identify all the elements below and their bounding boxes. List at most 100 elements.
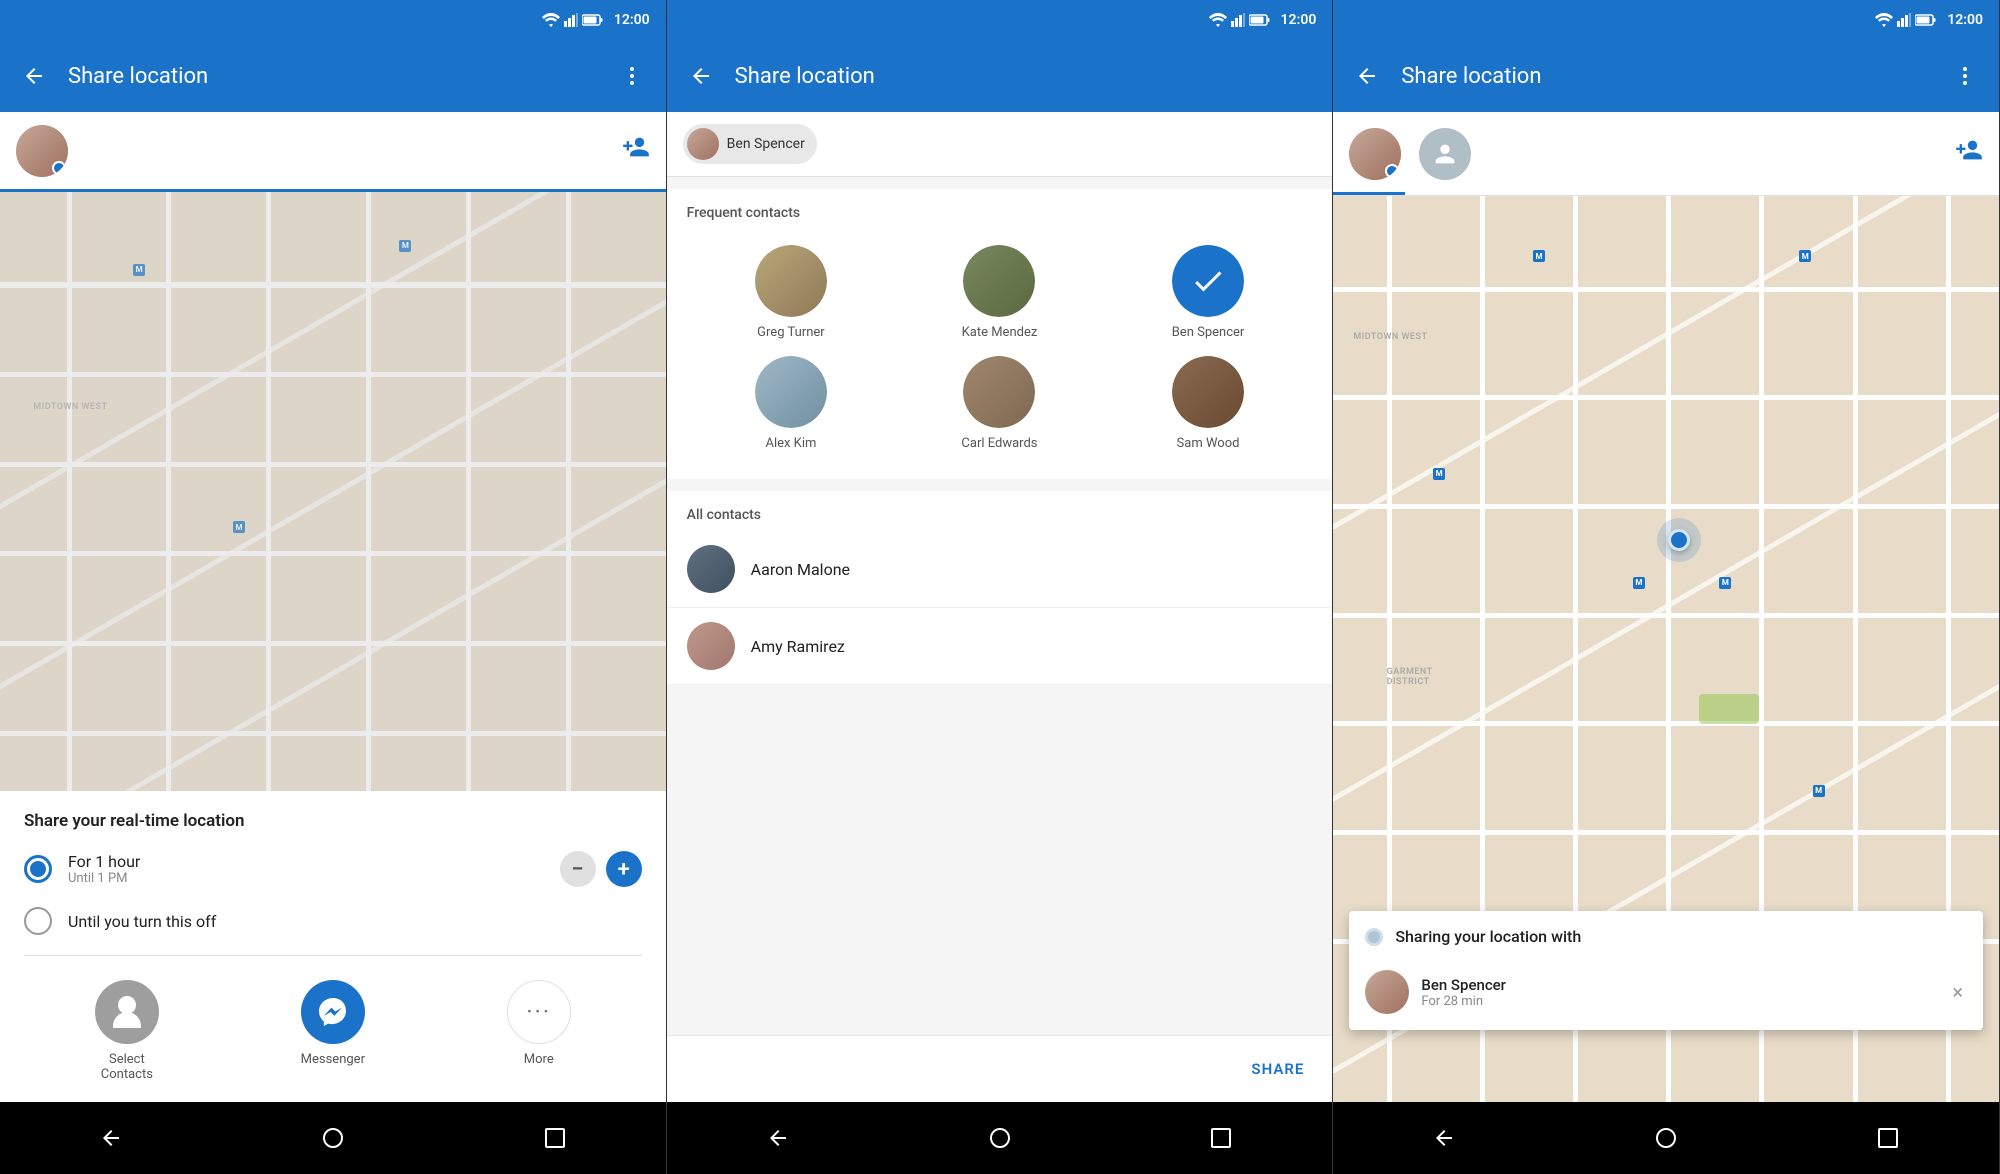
more-icon: ··· <box>507 980 571 1044</box>
contact-list-item-aaron[interactable]: Aaron Malone <box>667 531 1333 608</box>
nav-home-3[interactable] <box>1646 1118 1686 1158</box>
share-button[interactable]: SHARE <box>1243 1052 1312 1086</box>
nav-back-1[interactable] <box>91 1118 131 1158</box>
notif-contact-name: Ben Spencer <box>1421 976 1936 994</box>
carl-avatar <box>963 356 1035 428</box>
map-label-garment-3: GARMENTDISTRICT <box>1387 667 1433 687</box>
app-bar-title-2: Share location <box>735 64 1317 89</box>
nav-back-3[interactable] <box>1424 1118 1464 1158</box>
battery-icon <box>582 14 604 26</box>
radio-1hour-label: For 1 hour <box>68 852 544 871</box>
screen-select-contacts: 12:00 Share location Ben Spencer Frequen… <box>667 0 1334 1174</box>
status-bar-1: 12:00 <box>0 0 666 40</box>
contact-list-item-amy[interactable]: Amy Ramirez <box>667 608 1333 685</box>
more-button-1[interactable] <box>614 58 650 94</box>
kate-avatar <box>963 245 1035 317</box>
aaron-name: Aaron Malone <box>751 560 850 579</box>
radio-1hour-circle[interactable] <box>24 855 52 883</box>
radio-indefinite-label: Until you turn this off <box>68 912 642 931</box>
wifi-icon-2 <box>1209 13 1227 27</box>
battery-icon-3 <box>1915 14 1937 26</box>
frequent-contacts-grid: Greg Turner Kate Mendez Be <box>667 229 1333 479</box>
ben-name: Ben Spencer <box>1172 325 1245 340</box>
amy-avatar <box>687 622 735 670</box>
alex-name: Alex Kim <box>765 436 816 451</box>
alex-avatar <box>755 356 827 428</box>
radio-indefinite-circle[interactable] <box>24 907 52 935</box>
notif-close-button[interactable]: × <box>1948 976 1967 1008</box>
map-area-3: MIDTOWN WEST GARMENTDISTRICT M M M M M M… <box>1333 196 1999 1102</box>
sharing-notification-card: Sharing your location with Ben Spencer F… <box>1349 911 1983 1030</box>
frequent-contact-ben[interactable]: Ben Spencer <box>1104 237 1313 348</box>
frequent-contact-alex[interactable]: Alex Kim <box>687 348 896 459</box>
more-button-3[interactable] <box>1947 58 1983 94</box>
screen-share-location-1: 12:00 Share location <box>0 0 667 1174</box>
bottom-title-1: Share your real-time location <box>24 811 642 831</box>
share-options-1: SelectContacts Messenger ··· More <box>24 964 642 1102</box>
wifi-icon-3 <box>1875 13 1893 27</box>
select-contacts-icon <box>95 980 159 1044</box>
bottom-panel-1: Share your real-time location For 1 hour… <box>0 791 666 1102</box>
back-button-1[interactable] <box>16 58 52 94</box>
select-contacts-option[interactable]: SelectContacts <box>95 980 159 1082</box>
notif-dot <box>1365 928 1383 946</box>
frequent-contact-carl[interactable]: Carl Edwards <box>895 348 1104 459</box>
nav-bar-1 <box>0 1102 666 1174</box>
add-person-button-3[interactable] <box>1955 136 1983 171</box>
app-bar-title-1: Share location <box>68 64 598 89</box>
status-icons-2 <box>1209 13 1271 27</box>
map-overlay-1 <box>0 192 666 791</box>
nav-recent-3[interactable] <box>1868 1118 1908 1158</box>
carl-name: Carl Edwards <box>961 436 1037 451</box>
app-bar-title-3: Share location <box>1401 64 1931 89</box>
time-3: 12:00 <box>1947 12 1983 28</box>
add-person-button-1[interactable] <box>622 133 650 168</box>
notif-text: Ben Spencer For 28 min <box>1421 976 1936 1009</box>
user-avatar-1 <box>16 125 68 177</box>
sam-name: Sam Wood <box>1177 436 1240 451</box>
notif-header: Sharing your location with <box>1349 911 1983 962</box>
time-1: 12:00 <box>614 12 650 28</box>
user-avatar-3a <box>1349 128 1401 180</box>
status-bar-2: 12:00 <box>667 0 1333 40</box>
ben-avatar <box>1172 245 1244 317</box>
battery-icon-2 <box>1249 14 1271 26</box>
user-avatar-3b <box>1419 128 1471 180</box>
back-button-2[interactable] <box>683 58 719 94</box>
nav-recent-2[interactable] <box>1201 1118 1241 1158</box>
radio-option-1hour[interactable]: For 1 hour Until 1 PM − + <box>24 851 642 887</box>
notif-title: Sharing your location with <box>1395 927 1581 946</box>
nav-home-1[interactable] <box>313 1118 353 1158</box>
select-contacts-label: SelectContacts <box>101 1052 153 1082</box>
tab-indicator <box>1333 192 1405 195</box>
divider-1 <box>24 955 642 956</box>
frequent-contact-greg[interactable]: Greg Turner <box>687 237 896 348</box>
time-controls: − + <box>560 851 642 887</box>
notif-avatar <box>1365 970 1409 1014</box>
aaron-avatar <box>687 545 735 593</box>
frequent-contact-kate[interactable]: Kate Mendez <box>895 237 1104 348</box>
increase-time-button[interactable]: + <box>606 851 642 887</box>
decrease-time-button[interactable]: − <box>560 851 596 887</box>
nav-recent-1[interactable] <box>535 1118 575 1158</box>
nav-back-2[interactable] <box>758 1118 798 1158</box>
messenger-label: Messenger <box>301 1052 365 1067</box>
messenger-icon <box>301 980 365 1044</box>
greg-avatar <box>755 245 827 317</box>
more-label: More <box>524 1052 554 1067</box>
back-button-3[interactable] <box>1349 58 1385 94</box>
messenger-option[interactable]: Messenger <box>301 980 365 1082</box>
status-icons-1 <box>542 13 604 27</box>
more-option[interactable]: ··· More <box>507 980 571 1082</box>
radio-option-indefinite[interactable]: Until you turn this off <box>24 907 642 935</box>
signal-icon <box>564 13 578 27</box>
tab-user2[interactable] <box>1419 128 1471 180</box>
selected-chip-ben[interactable]: Ben Spencer <box>683 124 817 164</box>
frequent-contact-sam[interactable]: Sam Wood <box>1104 348 1313 459</box>
tab-user1[interactable] <box>1349 128 1401 180</box>
nav-home-2[interactable] <box>980 1118 1020 1158</box>
all-contacts-title: All contacts <box>667 491 1333 531</box>
screen2-content: Ben Spencer Frequent contacts Greg Turne… <box>667 112 1333 1102</box>
contacts-bar-1 <box>0 112 666 192</box>
greg-name: Greg Turner <box>757 325 825 340</box>
